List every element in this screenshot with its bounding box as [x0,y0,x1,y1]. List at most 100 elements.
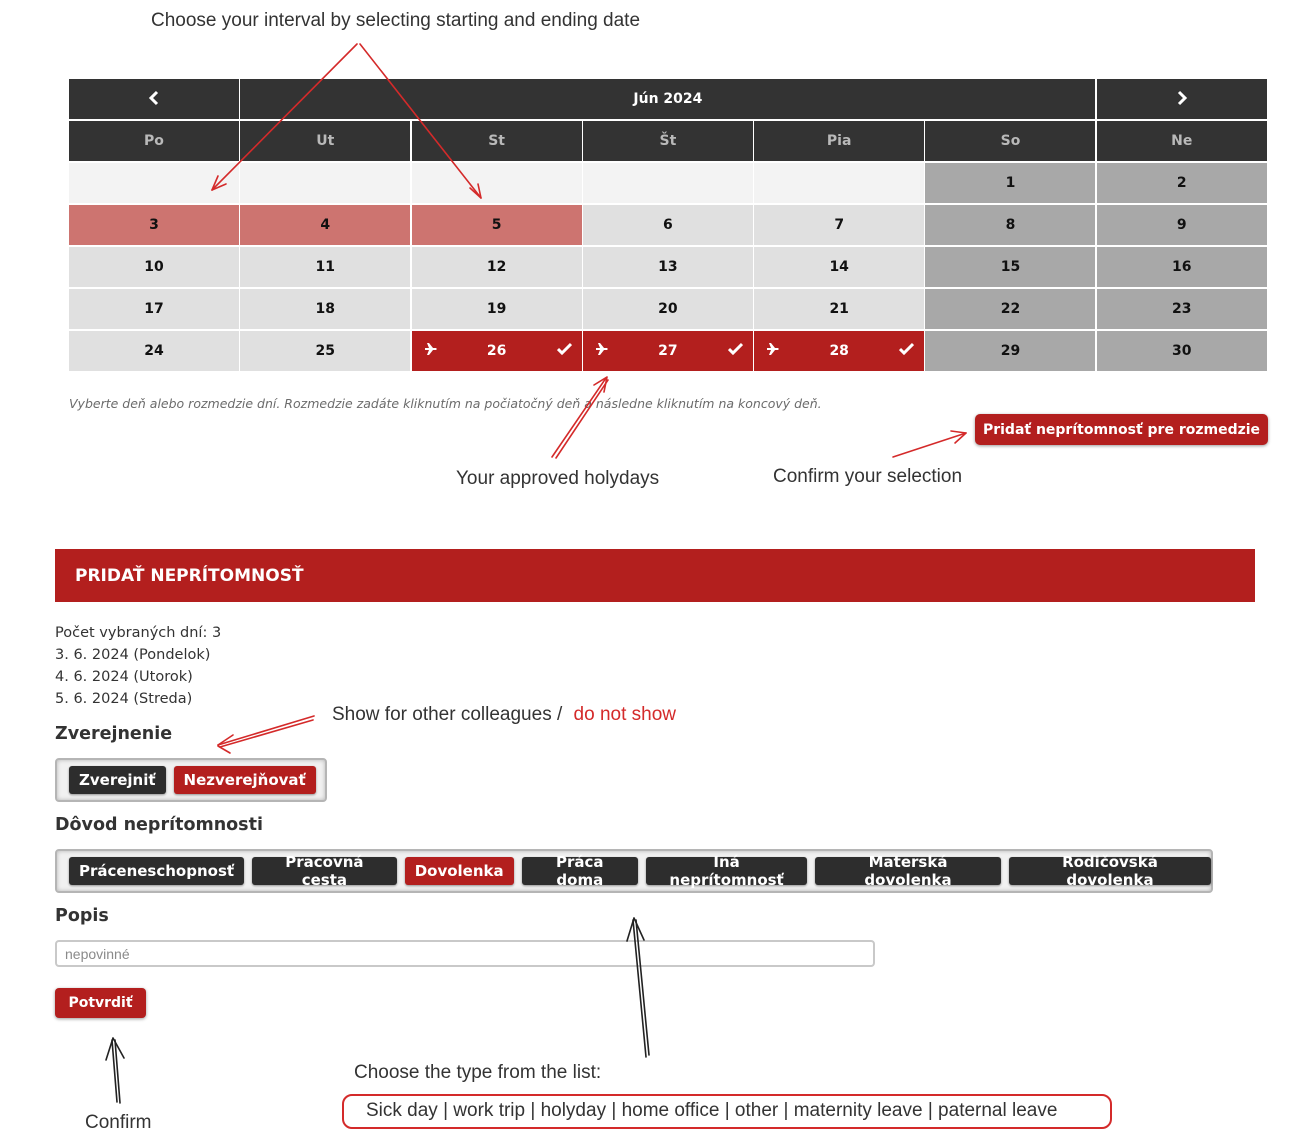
annotation-types-list: Sick day | work trip | holyday | home of… [366,1100,1058,1121]
confirm-button[interactable]: Potvrdiť [55,988,146,1018]
calendar-day[interactable]: 22 [925,289,1096,329]
selected-count: Počet vybraných dní: 3 [55,625,222,641]
reason-option[interactable]: Materská dovolenka [815,853,1001,889]
calendar-day[interactable]: 30 [1096,331,1267,371]
calendar-day[interactable]: 23 [1096,289,1267,329]
prev-month-button[interactable] [69,79,239,119]
calendar-day[interactable]: 21 [754,289,925,329]
calendar-day[interactable]: 11 [240,247,411,287]
publish-option[interactable]: Nezverejňovať [173,766,316,794]
calendar-day[interactable]: 8 [925,205,1096,245]
calendar-day[interactable]: 5 [411,205,582,245]
calendar: Jún 2024 Po Ut St Št Pia So Ne 1 2 3 4 5 6 7 8 9 10 11 12 1… [69,79,1267,371]
annotation-do-not-show: do not show [573,704,676,725]
check-icon [899,341,915,359]
calendar-day-label: 2 [1176,175,1187,191]
annotation-approved-holidays: Your approved holydays [456,468,660,489]
annotation-interval: Choose your interval by selecting starti… [151,10,641,31]
calendar-day[interactable]: 17 [69,289,239,329]
calendar-day[interactable]: 14 [754,247,925,287]
day-header: So [925,121,1096,161]
calendar-day[interactable]: 28 [754,331,925,371]
calendar-day-label: 15 [1000,259,1021,275]
calendar-day-label: 8 [1005,217,1016,233]
calendar-day[interactable]: 29 [925,331,1096,371]
day-header: Pia [754,121,925,161]
calendar-day[interactable]: 16 [1096,247,1267,287]
calendar-day-label: 24 [144,343,164,359]
chevron-right-icon [1175,87,1189,111]
calendar-empty-cell [411,163,582,203]
chevron-left-icon [147,87,161,111]
calendar-day[interactable]: 20 [582,289,753,329]
calendar-day[interactable]: 6 [582,205,753,245]
reason-option[interactable]: Práceneschopnosť [69,857,245,885]
calendar-day[interactable]: 3 [69,205,239,245]
calendar-day-label: 20 [658,301,678,317]
reason-options: Práceneschopnosť Pracovná cesta Dovolenka P… [55,849,1213,893]
calendar-day[interactable]: 18 [240,289,411,329]
calendar-day[interactable]: 9 [1096,205,1267,245]
calendar-day-label: 10 [144,259,164,275]
calendar-day[interactable]: 24 [69,331,239,371]
description-title: Popis [55,906,109,926]
calendar-day-label: 19 [486,301,507,317]
form-title: PRIDAŤ NEPRÍTOMNOSŤ [55,549,1255,602]
calendar-day[interactable]: 7 [754,205,925,245]
annotation-confirm-selection: Confirm your selection [773,466,963,487]
calendar-day[interactable]: 26 [411,331,582,371]
day-header: Po [69,121,239,161]
calendar-day-label: 17 [144,301,164,317]
reason-title: Dôvod neprítomnosti [55,815,263,835]
calendar-day[interactable]: 27 [582,331,753,371]
calendar-day[interactable]: 15 [925,247,1096,287]
calendar-day-label: 14 [829,259,849,275]
publish-options: Zverejniť Nezverejňovať [55,758,327,802]
calendar-day-label: 29 [1000,343,1021,359]
calendar-day[interactable]: 2 [1096,163,1267,203]
calendar-day-label: 18 [315,301,336,317]
next-month-button[interactable] [1096,79,1267,119]
annotation-show-prefix: Show for other colleagues / [332,704,563,725]
airplane-icon [766,342,780,360]
check-icon [727,341,743,359]
publish-title: Zverejnenie [55,724,173,744]
calendar-empty-cell [754,163,925,203]
reason-option[interactable]: Rodičovská dovolenka [1008,853,1212,889]
description-input[interactable] [55,940,875,967]
calendar-day[interactable]: 10 [69,247,239,287]
add-range-button[interactable]: Pridať neprítomnosť pre rozmedzie [975,414,1268,445]
calendar-day-label: 23 [1172,301,1192,317]
calendar-day[interactable]: 1 [925,163,1096,203]
annotation-confirm: Confirm [85,1112,152,1133]
reason-option[interactable]: Iná neprítomnosť [645,853,808,889]
calendar-day[interactable]: 19 [411,289,582,329]
calendar-empty-cell [69,163,239,203]
calendar-day-label: 12 [486,259,507,275]
calendar-day-label: 28 [829,343,849,359]
calendar-day[interactable]: 12 [411,247,582,287]
calendar-day-label: 13 [658,259,678,275]
calendar-day-label: 9 [1176,217,1187,233]
calendar-day[interactable]: 13 [582,247,753,287]
annotation-choose-type: Choose the type from the list: [354,1062,602,1083]
day-header: Ne [1096,121,1267,161]
calendar-day-label: 26 [486,343,507,359]
calendar-empty-cell [582,163,753,203]
calendar-day[interactable]: 25 [240,331,411,371]
reason-option[interactable]: Práca doma [521,853,638,889]
calendar-day-label: 11 [315,259,336,275]
calendar-hint: Vyberte deň alebo rozmedzie dní. Rozmedz… [69,396,822,411]
reason-option[interactable]: Pracovná cesta [252,853,397,889]
calendar-day[interactable]: 4 [240,205,411,245]
calendar-day-label: 16 [1172,259,1192,275]
calendar-day-label: 21 [829,301,849,317]
reason-option[interactable]: Dovolenka [404,857,514,885]
day-header: St [411,121,582,161]
publish-option[interactable]: Zverejniť [69,766,166,794]
calendar-day-label: 5 [491,217,502,233]
month-title: Jún 2024 [240,79,1096,119]
calendar-day-label: 22 [1000,301,1021,317]
check-icon [556,341,572,359]
airplane-icon [424,342,438,360]
